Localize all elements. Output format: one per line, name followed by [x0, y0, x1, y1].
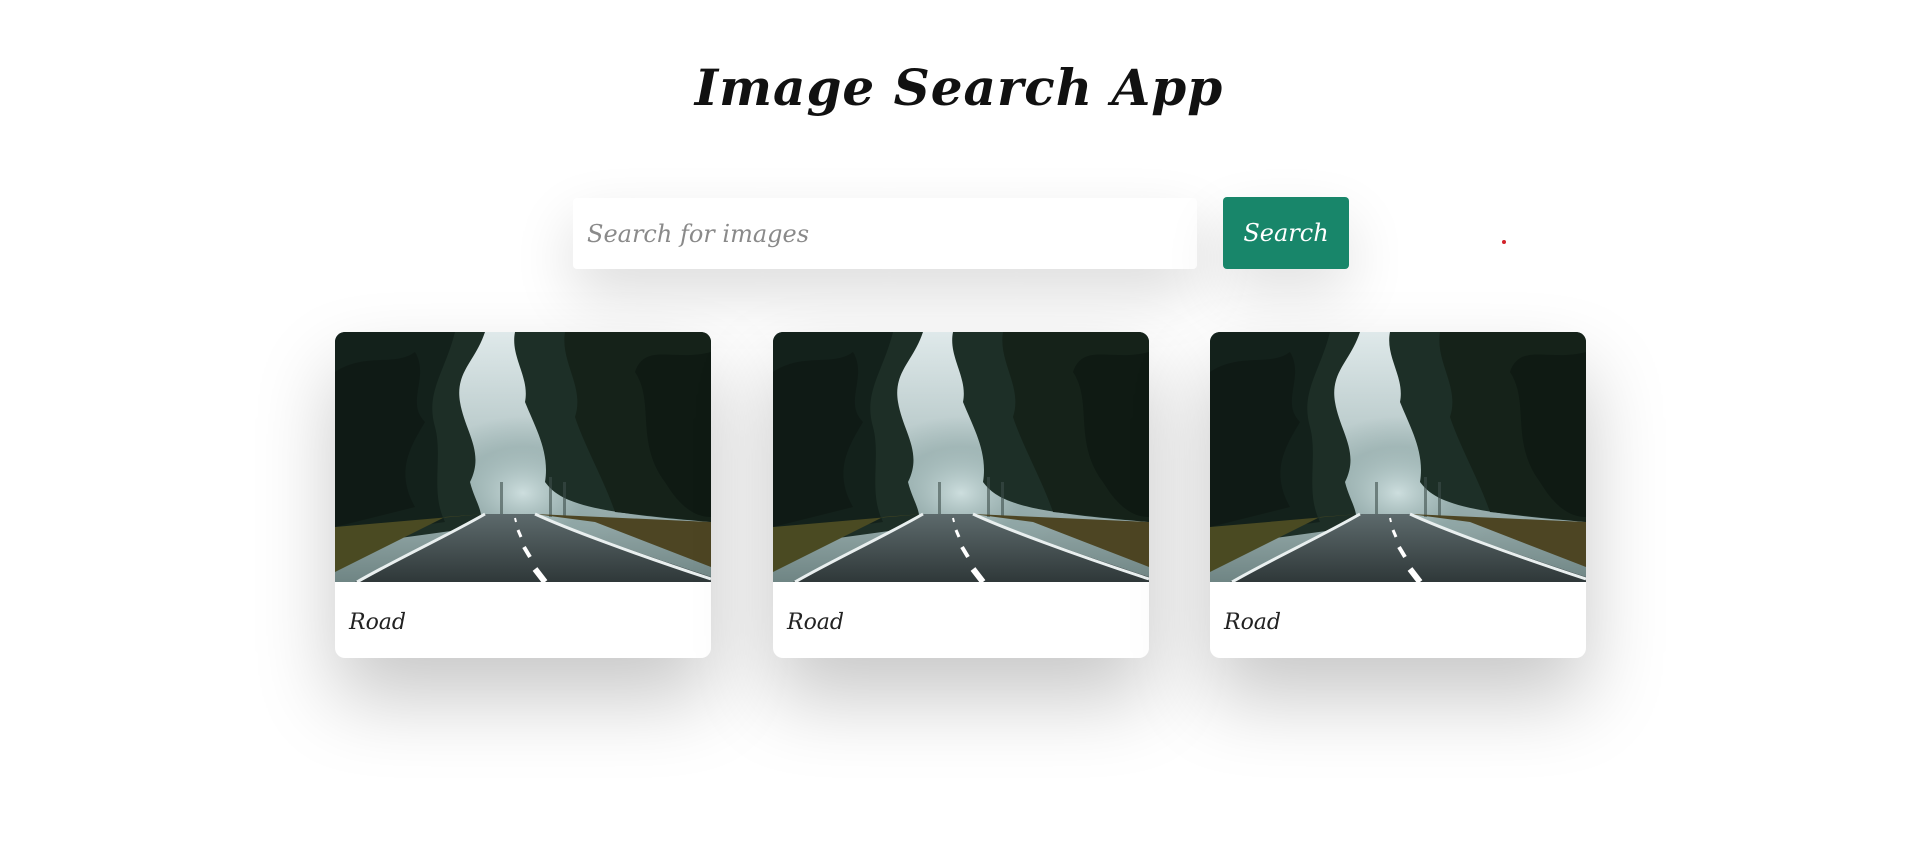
result-card[interactable]: Road	[773, 332, 1149, 658]
search-input[interactable]	[573, 198, 1197, 269]
result-image[interactable]	[773, 332, 1149, 582]
red-dot-marker	[1502, 240, 1506, 244]
result-image[interactable]	[1210, 332, 1586, 582]
result-image[interactable]	[335, 332, 711, 582]
result-caption: Road	[1224, 610, 1282, 635]
result-caption: Road	[349, 610, 407, 635]
image-search-page: Image Search App Search Road Road Road	[0, 0, 1918, 867]
result-card[interactable]: Road	[1210, 332, 1586, 658]
search-button[interactable]: Search	[1223, 197, 1349, 269]
result-caption: Road	[787, 610, 845, 635]
result-card[interactable]: Road	[335, 332, 711, 658]
page-title: Image Search App	[694, 58, 1224, 117]
